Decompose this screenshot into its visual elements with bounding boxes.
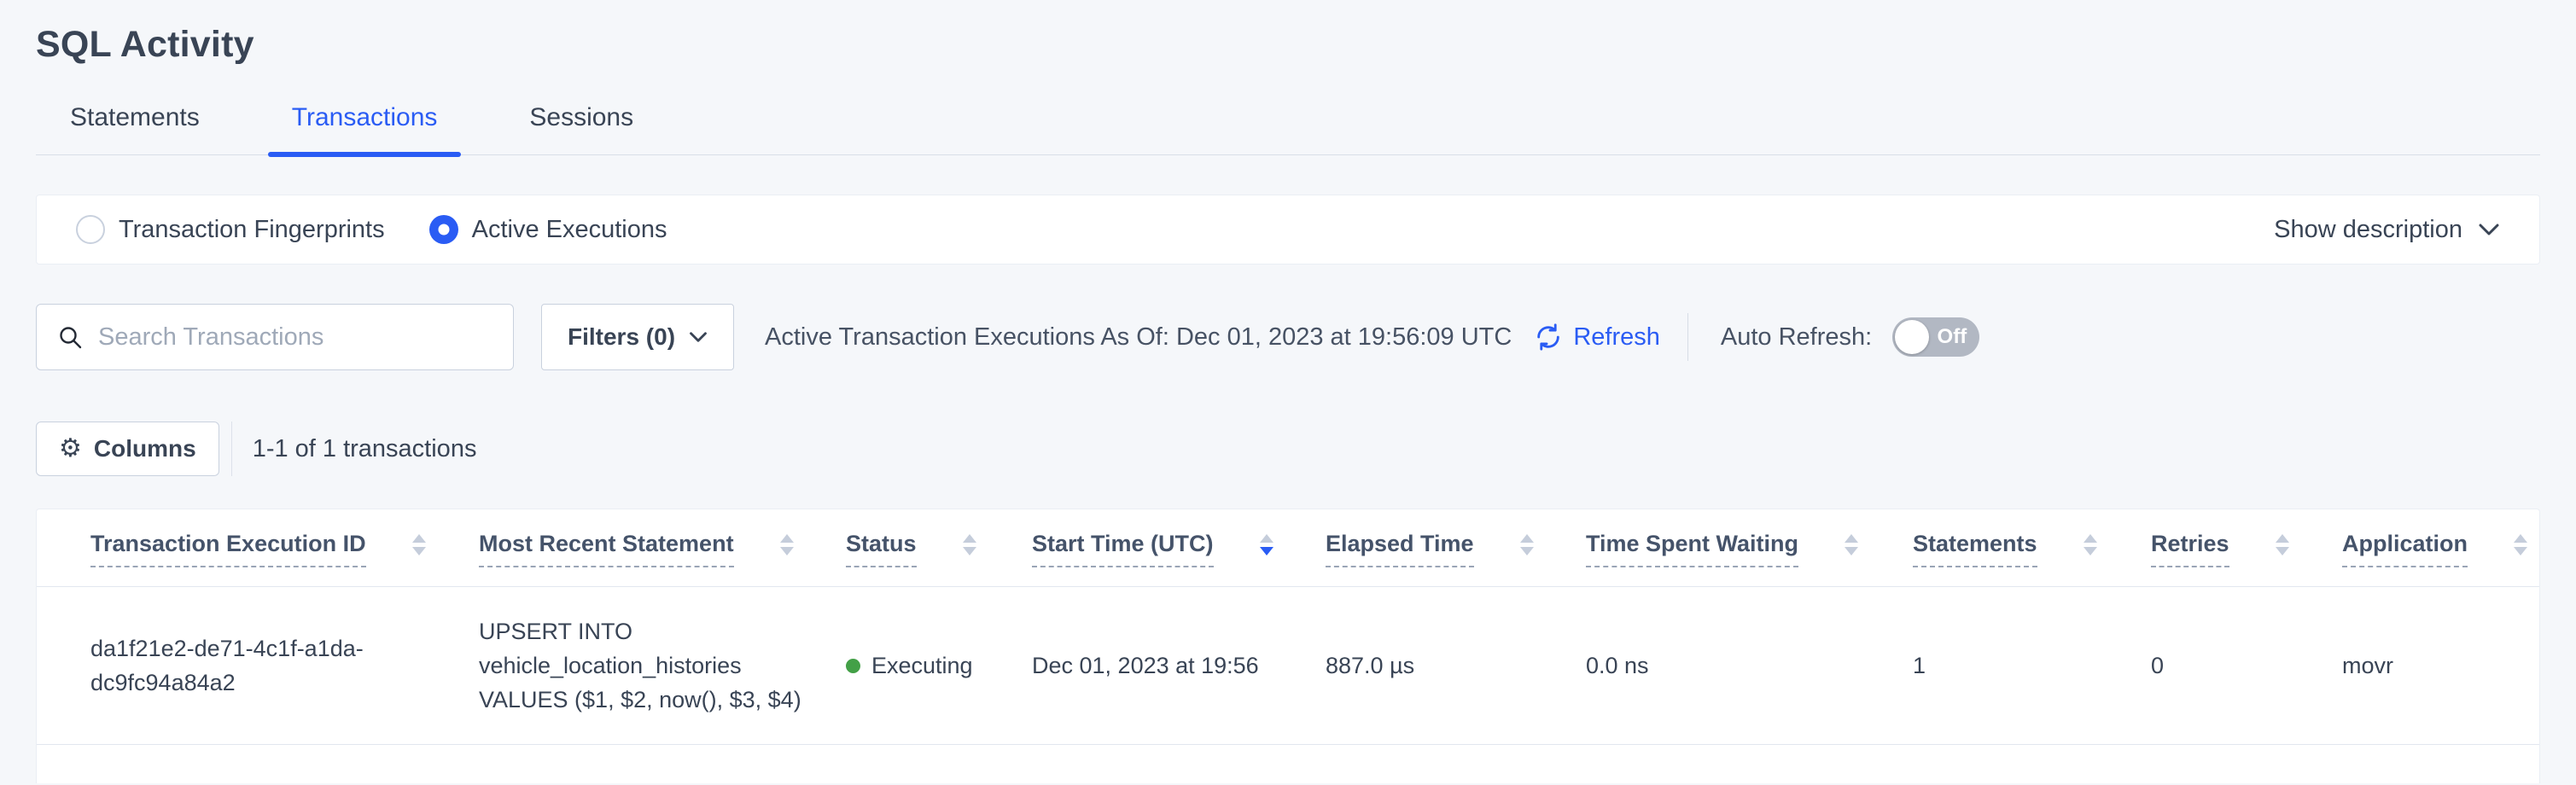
cell-elapsed-time: 887.0 µs bbox=[1326, 648, 1586, 683]
status-executing-dot-icon bbox=[846, 659, 860, 673]
sort-icon bbox=[1845, 534, 1858, 555]
refresh-label: Refresh bbox=[1573, 323, 1660, 352]
column-header-statements[interactable]: Statements bbox=[1913, 530, 2151, 586]
tab-sessions[interactable]: Sessions bbox=[521, 103, 642, 154]
view-mode-radio-group: Transaction Fingerprints Active Executio… bbox=[76, 215, 712, 244]
column-header-most-recent-statement[interactable]: Most Recent Statement bbox=[479, 530, 846, 586]
refresh-button[interactable]: Refresh bbox=[1534, 323, 1660, 352]
show-description-label: Show description bbox=[2274, 216, 2462, 244]
sql-activity-page: SQL Activity Statements Transactions Ses… bbox=[0, 0, 2576, 785]
sort-icon bbox=[2084, 534, 2097, 555]
gear-icon: ⚙ bbox=[59, 436, 82, 462]
page-title: SQL Activity bbox=[36, 0, 2540, 66]
columns-label: Columns bbox=[94, 435, 196, 462]
sort-icon bbox=[2514, 534, 2527, 555]
column-header-label: Start Time (UTC) bbox=[1032, 530, 1214, 567]
tab-bar: Statements Transactions Sessions bbox=[36, 103, 2540, 155]
auto-refresh-label: Auto Refresh: bbox=[1721, 323, 1872, 352]
filters-button[interactable]: Filters (0) bbox=[541, 304, 734, 370]
sort-desc-icon bbox=[1260, 534, 1273, 555]
cell-most-recent-statement: UPSERT INTO vehicle_location_histories V… bbox=[479, 614, 846, 717]
cell-application: movr bbox=[2342, 648, 2505, 683]
radio-active-executions[interactable]: Active Executions bbox=[429, 215, 667, 244]
radio-selected-icon bbox=[429, 215, 458, 244]
table-toolbar: ⚙ Columns 1-1 of 1 transactions bbox=[36, 422, 2540, 476]
show-description-toggle[interactable]: Show description bbox=[2274, 216, 2500, 244]
radio-label: Active Executions bbox=[472, 216, 667, 244]
result-count: 1-1 of 1 transactions bbox=[253, 435, 477, 463]
column-header-start-time[interactable]: Start Time (UTC) bbox=[1032, 530, 1326, 586]
auto-refresh-toggle[interactable]: Off bbox=[1892, 317, 1979, 357]
column-header-label: Retries bbox=[2151, 530, 2229, 567]
toggle-knob bbox=[1895, 320, 1929, 354]
column-header-label: Elapsed Time bbox=[1326, 530, 1474, 567]
column-header-label: Application bbox=[2342, 530, 2468, 567]
toolbar-divider bbox=[231, 422, 232, 476]
toggle-state-label: Off bbox=[1938, 325, 1967, 349]
table-header-row: Transaction Execution ID Most Recent Sta… bbox=[37, 509, 2539, 587]
filters-label: Filters (0) bbox=[568, 323, 675, 351]
column-header-time-spent-waiting[interactable]: Time Spent Waiting bbox=[1586, 530, 1913, 586]
cell-start-time: Dec 01, 2023 at 19:56 bbox=[1032, 648, 1326, 683]
sort-icon bbox=[2276, 534, 2289, 555]
column-header-elapsed-time[interactable]: Elapsed Time bbox=[1326, 530, 1586, 586]
columns-button[interactable]: ⚙ Columns bbox=[36, 422, 219, 476]
tab-statements[interactable]: Statements bbox=[61, 103, 208, 154]
column-header-retries[interactable]: Retries bbox=[2151, 530, 2342, 586]
cell-statements: 1 bbox=[1913, 648, 2151, 683]
column-header-label: Status bbox=[846, 530, 917, 567]
view-mode-card: Transaction Fingerprints Active Executio… bbox=[36, 195, 2540, 265]
radio-transaction-fingerprints[interactable]: Transaction Fingerprints bbox=[76, 215, 385, 244]
controls-row: Filters (0) Active Transaction Execution… bbox=[36, 304, 2540, 370]
column-header-label: Statements bbox=[1913, 530, 2037, 567]
cell-time-spent-waiting: 0.0 ns bbox=[1586, 648, 1913, 683]
sort-icon bbox=[963, 534, 976, 555]
radio-label: Transaction Fingerprints bbox=[119, 216, 385, 244]
vertical-divider bbox=[1687, 313, 1688, 361]
tab-transactions[interactable]: Transactions bbox=[283, 103, 446, 154]
search-icon bbox=[57, 324, 83, 350]
as-of-timestamp: Active Transaction Executions As Of: Dec… bbox=[765, 323, 1512, 352]
cell-retries: 0 bbox=[2151, 648, 2342, 683]
column-header-transaction-execution-id[interactable]: Transaction Execution ID bbox=[90, 530, 479, 586]
column-header-status[interactable]: Status bbox=[846, 530, 1032, 586]
column-header-label: Transaction Execution ID bbox=[90, 530, 366, 567]
refresh-icon bbox=[1534, 323, 1563, 352]
table-row[interactable]: da1f21e2-de71-4c1f-a1da-dc9fc94a84a2 UPS… bbox=[37, 587, 2539, 745]
cell-transaction-execution-id: da1f21e2-de71-4c1f-a1da-dc9fc94a84a2 bbox=[90, 631, 423, 700]
transactions-table: Transaction Execution ID Most Recent Sta… bbox=[36, 509, 2540, 783]
chevron-down-icon bbox=[2478, 223, 2500, 236]
sort-icon bbox=[412, 534, 426, 555]
cell-status: Executing bbox=[846, 648, 1032, 683]
column-header-label: Most Recent Statement bbox=[479, 530, 734, 567]
column-header-label: Time Spent Waiting bbox=[1586, 530, 1798, 567]
chevron-down-icon bbox=[689, 331, 708, 343]
column-header-application[interactable]: Application bbox=[2342, 530, 2527, 586]
search-box[interactable] bbox=[36, 304, 514, 370]
status-label: Executing bbox=[871, 648, 973, 683]
sort-icon bbox=[780, 534, 794, 555]
search-input[interactable] bbox=[98, 323, 492, 352]
sort-icon bbox=[1520, 534, 1534, 555]
radio-unselected-icon bbox=[76, 215, 105, 244]
